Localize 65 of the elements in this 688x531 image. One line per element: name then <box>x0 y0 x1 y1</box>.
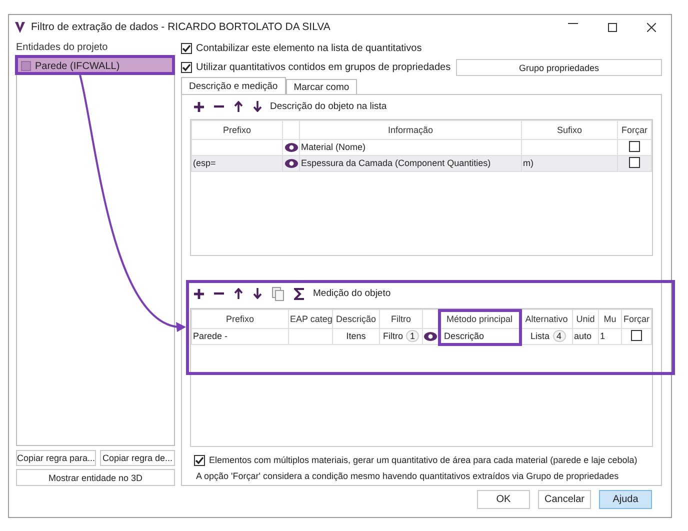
column-header: Forçar <box>622 309 652 328</box>
down-arrow-icon[interactable] <box>253 288 262 300</box>
checkbox-label: Utilizar quantitativos contidos em grupos de propriedades <box>196 62 451 73</box>
checkbox[interactable] <box>629 156 640 168</box>
column-header: Método principal <box>446 314 513 324</box>
section-title: Medição do objeto <box>313 288 391 300</box>
table-cell: Espessura da Camada (Component Quantities) <box>300 155 522 172</box>
column-header: EAP categ <box>288 309 332 328</box>
count-badge: 4 <box>552 330 566 342</box>
table-cell: Itens <box>332 328 380 344</box>
checkbox[interactable] <box>181 62 192 73</box>
table-cell: (esp= <box>192 155 282 172</box>
table-cell: auto <box>572 328 598 344</box>
checkbox[interactable] <box>194 454 205 466</box>
column-header: Descrição <box>332 309 380 328</box>
column-header: Informação <box>300 120 522 140</box>
table-cell: Parede - <box>192 328 288 344</box>
eye-icon[interactable] <box>284 143 298 152</box>
dialog-button[interactable]: OK <box>477 490 530 509</box>
column-header: Sufixo <box>522 120 618 140</box>
property-group-button[interactable]: Grupo propriedades <box>456 59 662 76</box>
minus-icon[interactable] <box>214 292 224 296</box>
checkbox[interactable] <box>631 330 642 341</box>
checkbox-label: Contabilizar este elemento na lista de quantitativos <box>196 43 422 54</box>
column-header: Unid <box>572 309 598 328</box>
plus-icon[interactable] <box>194 102 204 112</box>
close-icon[interactable] <box>647 22 656 32</box>
table-cell: m) <box>522 155 618 172</box>
table-cell: 1 <box>598 328 622 344</box>
dialog-button[interactable]: Ajuda <box>599 490 652 509</box>
checkbox[interactable] <box>629 140 640 152</box>
dialog-button[interactable]: Cancelar <box>538 490 591 509</box>
minus-icon[interactable] <box>214 105 224 108</box>
column-header: Alternativo <box>520 309 572 328</box>
show-3d-button[interactable]: Mostrar entidade no 3D <box>16 469 175 486</box>
copy-rule-button[interactable]: Copiar regra de... <box>100 450 175 466</box>
copy-icon[interactable] <box>272 286 284 301</box>
panel-label: Entidades do projeto <box>16 41 109 55</box>
sigma-icon[interactable] <box>294 288 305 300</box>
checkbox-label: Elementos com múltiplos materiais, gerar um quantitativo de área para cada material (parede e laje cebola) <box>209 455 638 466</box>
tab[interactable]: Marcar como <box>286 79 358 94</box>
up-arrow-icon[interactable] <box>234 101 243 112</box>
up-arrow-icon[interactable] <box>234 288 243 300</box>
count-badge: 1 <box>406 330 419 342</box>
section-title: Descrição do objeto na lista <box>270 101 387 112</box>
maximize-icon[interactable] <box>608 22 617 32</box>
logo-icon <box>15 22 25 32</box>
column-header: Prefixo <box>192 309 288 328</box>
table-cell: Material (Nome) <box>300 139 522 156</box>
table-cell: Lista <box>530 331 550 342</box>
plus-icon[interactable] <box>194 288 204 299</box>
column-header: Filtro <box>380 309 422 328</box>
column-header: Prefixo <box>192 120 282 140</box>
column-header: Mu <box>598 309 622 328</box>
note-text: A opção 'Forçar' considera a condição mesmo havendo quantitativos extraídos via Grupo de propriedades <box>195 470 620 484</box>
tab[interactable]: Descrição e medição <box>181 77 286 94</box>
checkbox[interactable] <box>181 43 192 54</box>
eye-icon[interactable] <box>424 332 437 342</box>
column-header: Forçar <box>618 120 652 140</box>
table-cell: Filtro <box>382 331 403 342</box>
down-arrow-icon[interactable] <box>253 101 262 112</box>
copy-rule-button[interactable]: Copiar regra para... <box>16 450 96 466</box>
minimize-icon[interactable] <box>568 22 578 24</box>
window-title: Filtro de extração de dados - RICARDO BORTOLATO DA SILVA <box>31 21 332 33</box>
eye-icon[interactable] <box>284 159 298 168</box>
